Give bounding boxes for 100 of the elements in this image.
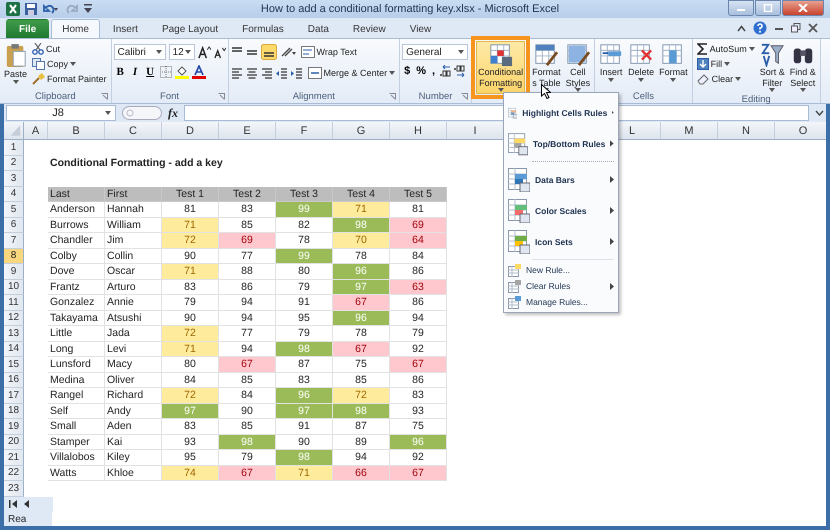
row-header[interactable]: 3: [4, 171, 24, 186]
collapse-ribbon-icon[interactable]: [737, 24, 746, 32]
increase-indent-icon[interactable]: [290, 66, 303, 78]
clipboard-button[interactable]: Copy: [30, 56, 109, 71]
restore-icon[interactable]: [791, 23, 801, 33]
row-header[interactable]: 9: [4, 264, 24, 280]
column-header[interactable]: G: [333, 122, 390, 139]
insert-function-button[interactable]: fx: [168, 106, 178, 120]
dialog-launcher-icon[interactable]: [100, 93, 108, 100]
first-sheet-icon[interactable]: [9, 500, 18, 508]
borders-icon[interactable]: [160, 66, 172, 78]
row-header[interactable]: 12: [4, 310, 24, 326]
maximize-button[interactable]: [755, 0, 781, 16]
customize-toolbar-icon[interactable]: [84, 4, 92, 14]
menu-item[interactable]: Clear Rules: [504, 278, 618, 294]
font-color-icon[interactable]: [192, 65, 206, 79]
ribbon-button[interactable]: Sort & Filter: [758, 41, 787, 94]
merge-center-button[interactable]: Merge & Center: [306, 65, 398, 80]
dialog-launcher-icon[interactable]: [218, 93, 225, 100]
row-header[interactable]: 10: [4, 280, 24, 295]
number-style-button[interactable]: %: [414, 65, 428, 77]
row-header[interactable]: 7: [4, 233, 24, 248]
row-header[interactable]: 18: [4, 404, 24, 419]
column-header[interactable]: M: [661, 122, 718, 139]
ribbon-tab[interactable]: Data: [296, 19, 340, 38]
ribbon-tab[interactable]: Page Layout: [150, 19, 230, 38]
menu-item[interactable]: Manage Rules...: [504, 294, 618, 310]
ribbon-tab[interactable]: Formulas: [231, 19, 295, 38]
column-header[interactable]: C: [105, 122, 162, 139]
menu-item[interactable]: Color Scales: [504, 195, 618, 226]
orientation-icon[interactable]: [280, 46, 296, 58]
paste-button[interactable]: Paste: [2, 41, 30, 86]
row-header[interactable]: 16: [4, 372, 24, 388]
close-icon[interactable]: [808, 23, 818, 33]
clipboard-button[interactable]: Format Painter: [30, 71, 109, 86]
row-header[interactable]: 15: [4, 357, 24, 372]
ribbon-button[interactable]: Insert: [597, 41, 626, 84]
row-header[interactable]: 6: [4, 218, 24, 233]
previous-sheet-icon[interactable]: [24, 500, 30, 508]
number-format-field[interactable]: General: [402, 44, 468, 60]
row-header[interactable]: 19: [4, 419, 24, 434]
row-header[interactable]: 17: [4, 388, 24, 404]
ribbon-tab[interactable]: View: [398, 19, 442, 38]
increase-decimal-icon[interactable]: [439, 65, 452, 77]
row-header[interactable]: 1: [4, 140, 24, 156]
ribbon-button[interactable]: Delete: [626, 41, 656, 84]
wrap-text-button[interactable]: Wrap Text: [298, 44, 359, 60]
column-header[interactable]: F: [276, 122, 333, 139]
fill-color-icon[interactable]: [175, 65, 190, 79]
ribbon-button[interactable]: Find & Select: [788, 41, 818, 94]
row-header[interactable]: 11: [4, 295, 24, 310]
decrease-indent-icon[interactable]: [276, 66, 288, 78]
font-size-field[interactable]: 12: [168, 44, 195, 60]
row-header[interactable]: 2: [4, 156, 24, 171]
clipboard-button[interactable]: Cut: [30, 41, 109, 56]
row-header[interactable]: 21: [4, 450, 24, 466]
align-bottom-icon[interactable]: [260, 44, 277, 60]
row-header[interactable]: 23: [4, 481, 24, 496]
ribbon-tab[interactable]: Home: [51, 19, 100, 38]
ribbon-tab[interactable]: Insert: [102, 19, 149, 38]
dialog-launcher-icon[interactable]: [389, 93, 396, 100]
row-header[interactable]: 13: [4, 326, 24, 342]
row-header[interactable]: 14: [4, 342, 24, 357]
row-header[interactable]: 8: [4, 248, 24, 264]
row-header[interactable]: 22: [4, 466, 24, 481]
row-header[interactable]: 5: [4, 202, 24, 218]
column-header[interactable]: H: [390, 122, 447, 139]
decrease-decimal-icon[interactable]: [453, 65, 466, 77]
minimize-button[interactable]: [728, 0, 754, 16]
undo-icon[interactable]: [42, 3, 58, 15]
help-icon[interactable]: [753, 21, 767, 35]
font-style-button[interactable]: U: [143, 66, 158, 78]
number-style-button[interactable]: $: [402, 65, 412, 77]
font-style-button[interactable]: B: [114, 66, 127, 78]
align-right-icon[interactable]: [260, 66, 273, 78]
column-header[interactable]: N: [718, 122, 775, 139]
column-header[interactable]: E: [219, 122, 276, 139]
font-style-button[interactable]: I: [130, 66, 140, 78]
file-tab[interactable]: File: [6, 19, 50, 38]
save-icon[interactable]: [25, 3, 37, 15]
row-header[interactable]: 4: [4, 186, 24, 202]
align-center-icon[interactable]: [246, 66, 258, 78]
grow-font-icon[interactable]: [198, 46, 211, 58]
close-button[interactable]: [782, 0, 824, 16]
editing-button[interactable]: Clear: [694, 71, 757, 86]
name-box[interactable]: J8: [6, 105, 116, 121]
column-header[interactable]: D: [162, 122, 219, 139]
ribbon-tab[interactable]: Review: [342, 19, 397, 38]
ribbon-button[interactable]: Format: [657, 41, 690, 84]
menu-item[interactable]: Icon Sets: [504, 226, 618, 257]
column-header[interactable]: B: [48, 122, 105, 139]
expand-formula-icon[interactable]: [815, 110, 824, 116]
font-name-field[interactable]: Calibri: [114, 44, 166, 60]
editing-button[interactable]: AutoSum: [694, 41, 757, 56]
menu-item[interactable]: Data Bars: [504, 164, 618, 195]
column-header[interactable]: O: [775, 122, 826, 139]
row-header[interactable]: 20: [4, 434, 24, 450]
number-style-button[interactable]: ,: [430, 65, 438, 77]
shrink-font-icon[interactable]: [214, 46, 226, 58]
dialog-launcher-icon[interactable]: [461, 93, 468, 100]
